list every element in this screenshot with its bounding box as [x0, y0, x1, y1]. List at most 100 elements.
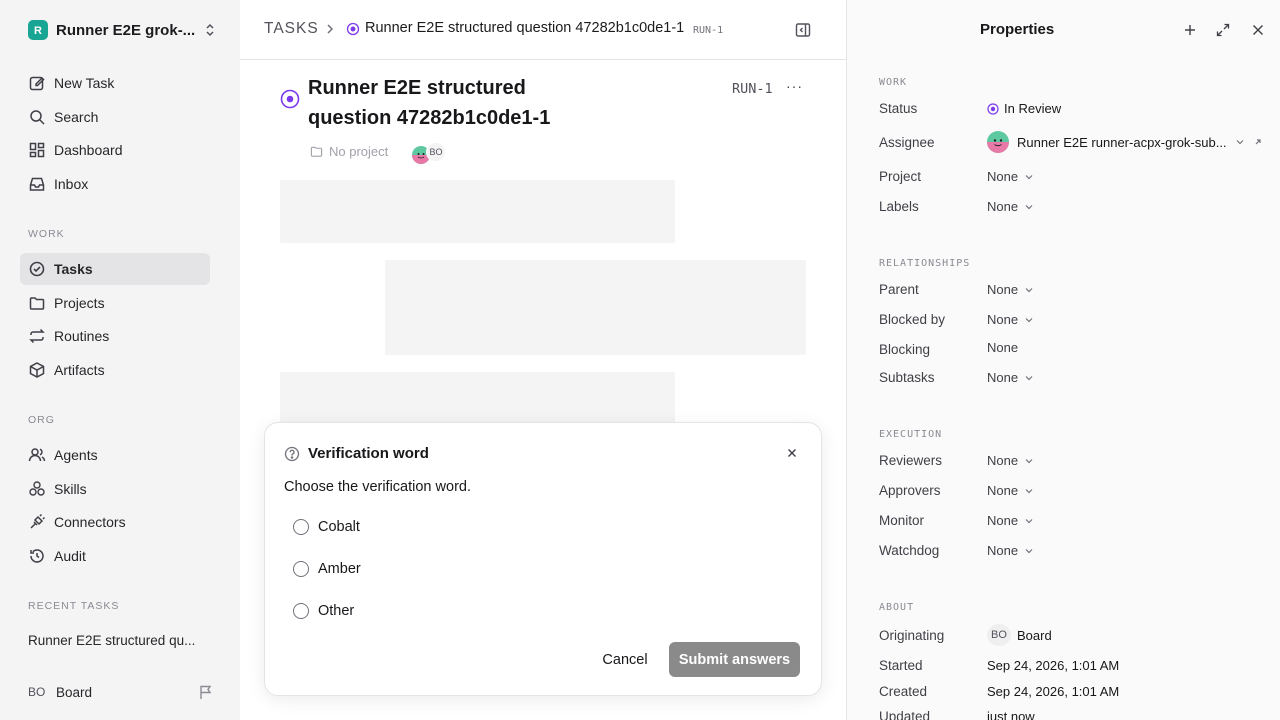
nav-skills[interactable]: Skills	[20, 473, 210, 505]
radio-button[interactable]	[293, 603, 309, 619]
parent-value[interactable]: None	[987, 282, 1034, 297]
submit-answers-button[interactable]: Submit answers	[669, 642, 800, 677]
updated-label: Updated	[879, 709, 931, 720]
nav-search[interactable]: Search	[20, 101, 210, 133]
subtasks-label: Subtasks	[879, 370, 935, 385]
section-execution: EXECUTION	[879, 429, 943, 440]
section-label-org: ORG	[28, 414, 55, 426]
radio-button[interactable]	[293, 561, 309, 577]
created-label: Created	[879, 684, 928, 699]
nav-projects[interactable]: Projects	[20, 287, 210, 319]
expand-icon[interactable]	[1216, 23, 1230, 37]
blocked-by-value[interactable]: None	[987, 312, 1034, 327]
more-options-button[interactable]: ···	[786, 78, 803, 94]
status-text: In Review	[1004, 101, 1062, 116]
nav-label: Audit	[54, 548, 86, 564]
loading-placeholder	[280, 180, 675, 243]
radio-button[interactable]	[293, 519, 309, 535]
nav-routines[interactable]: Routines	[20, 320, 210, 352]
project-label: No project	[329, 144, 389, 159]
watchdog-value[interactable]: None	[987, 543, 1034, 558]
nav-label: Agents	[54, 447, 98, 463]
toggle-panel-icon[interactable]	[795, 22, 811, 38]
close-icon[interactable]	[785, 446, 799, 460]
originating-label: Originating	[879, 628, 945, 643]
chevron-down-icon	[1025, 375, 1033, 380]
nav-label: Search	[54, 109, 99, 125]
close-icon[interactable]	[1251, 23, 1265, 37]
chevron-down-icon	[1025, 548, 1033, 553]
section-work: WORK	[879, 77, 908, 88]
status-value[interactable]: In Review	[987, 101, 1061, 116]
monitor-text: None	[987, 513, 1019, 528]
board-avatar: BO	[426, 142, 446, 162]
monitor-value[interactable]: None	[987, 513, 1034, 528]
user-menu[interactable]: BO Board	[28, 684, 214, 700]
created-value: Sep 24, 2026, 1:01 AM	[987, 684, 1120, 699]
plug-icon	[30, 513, 46, 529]
nav-tasks[interactable]: Tasks	[20, 253, 210, 285]
reviewers-label: Reviewers	[879, 453, 943, 468]
properties-title: Properties	[980, 21, 1055, 38]
agent-avatar	[987, 131, 1009, 153]
reviewers-value[interactable]: None	[987, 453, 1034, 468]
nav-dashboard[interactable]: Dashboard	[20, 134, 210, 166]
cancel-button[interactable]: Cancel	[587, 643, 663, 677]
option-amber[interactable]: Amber	[293, 561, 361, 577]
help-circle-icon	[284, 446, 300, 462]
parent-label: Parent	[879, 282, 919, 297]
option-cobalt[interactable]: Cobalt	[293, 519, 360, 535]
user-name: Board	[56, 684, 93, 700]
chevron-right-icon	[327, 24, 334, 34]
nav-artifacts[interactable]: Artifacts	[20, 354, 210, 386]
nav-label: Skills	[54, 481, 87, 497]
assignee-value[interactable]: Runner E2E runner-acpx-grok-sub...	[987, 131, 1263, 153]
subtasks-value[interactable]: None	[987, 370, 1034, 385]
originating-text: Board	[1017, 627, 1052, 643]
question-dialog: Verification word Choose the verificatio…	[264, 422, 822, 696]
blocking-value: None	[987, 340, 1018, 355]
nav-agents[interactable]: Agents	[20, 439, 210, 471]
loading-placeholder	[385, 260, 806, 355]
blocked-by-label: Blocked by	[879, 312, 946, 327]
option-label: Other	[318, 603, 355, 619]
breadcrumb-tasks-link[interactable]: TASKS	[264, 20, 319, 38]
originating-value: BO Board	[987, 624, 1052, 646]
nav-inbox[interactable]: Inbox	[20, 168, 210, 200]
status-icon[interactable]	[280, 89, 300, 109]
external-link-icon[interactable]	[1253, 137, 1263, 147]
chevron-down-icon	[1236, 140, 1244, 145]
users-icon	[28, 448, 46, 462]
recent-task-item[interactable]: Runner E2E structured qu...	[28, 633, 208, 648]
breadcrumb-task-title: Runner E2E structured question 47282b1c0…	[365, 20, 685, 36]
workspace-switcher[interactable]: R Runner E2E grok-...	[28, 19, 218, 41]
plus-icon[interactable]	[1183, 23, 1197, 37]
option-label: Cobalt	[318, 519, 360, 535]
chevron-down-icon	[1025, 317, 1033, 322]
nav-new-task[interactable]: New Task	[20, 67, 210, 99]
project-value[interactable]: None	[987, 169, 1034, 184]
approvers-value[interactable]: None	[987, 483, 1034, 498]
breadcrumb-task-id: RUN-1	[693, 25, 724, 36]
nav-label: Artifacts	[54, 362, 105, 378]
chevron-down-icon	[1025, 287, 1033, 292]
nav-audit[interactable]: Audit	[20, 540, 210, 572]
edit-icon	[29, 76, 45, 91]
chevron-down-icon	[1025, 518, 1033, 523]
check-circle-icon	[29, 261, 45, 277]
skills-icon	[29, 481, 45, 496]
nav-connectors[interactable]: Connectors	[20, 506, 210, 538]
nav-label: Inbox	[54, 176, 89, 192]
approvers-text: None	[987, 483, 1019, 498]
flag-icon[interactable]	[198, 684, 214, 700]
labels-value[interactable]: None	[987, 199, 1034, 214]
project-picker[interactable]: No project	[310, 144, 388, 159]
reviewers-text: None	[987, 453, 1019, 468]
assignee-label: Assignee	[879, 135, 935, 150]
history-icon	[30, 549, 44, 563]
svg-text:R: R	[34, 25, 42, 37]
labels-label: Labels	[879, 199, 919, 214]
option-other[interactable]: Other	[293, 603, 354, 619]
assignee-avatars[interactable]: BO	[412, 142, 448, 164]
task-title[interactable]: Runner E2E structured question 47282b1c0…	[308, 73, 608, 133]
